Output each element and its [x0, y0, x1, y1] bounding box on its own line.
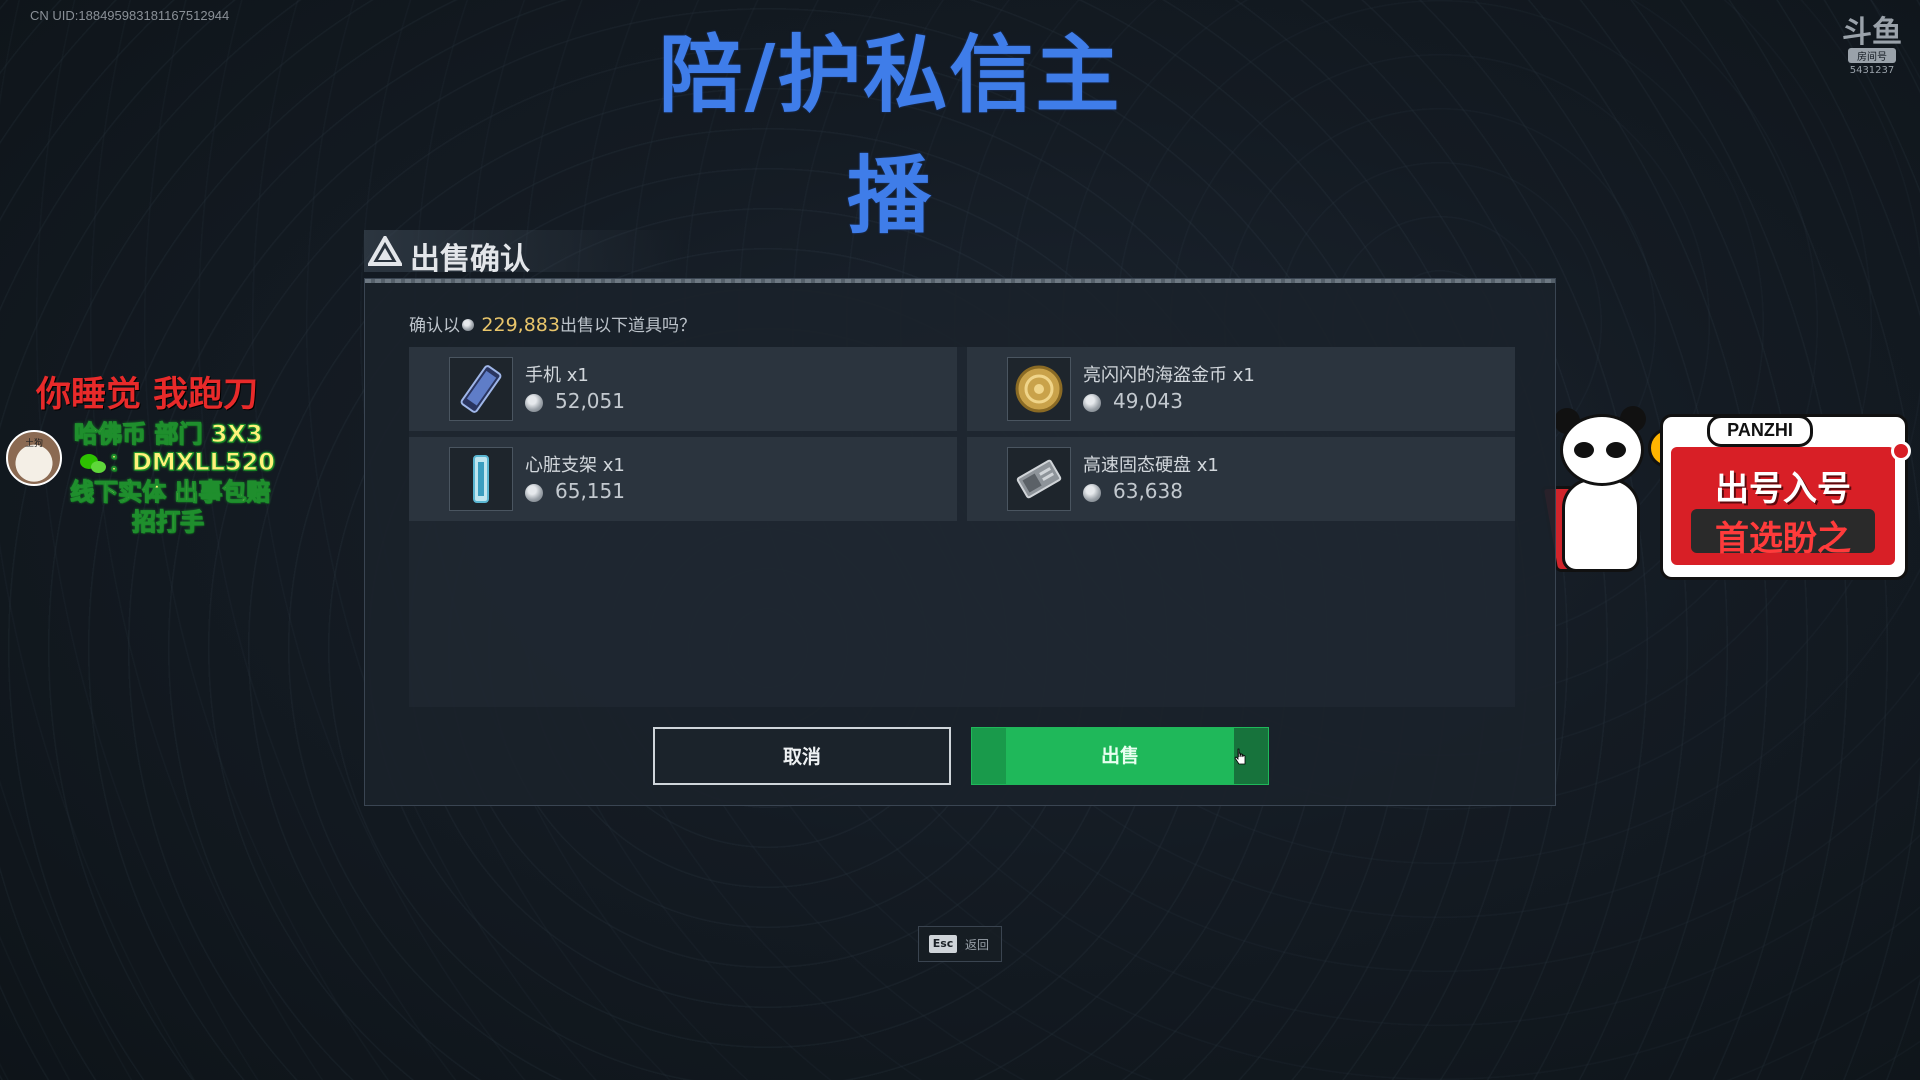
- ssd-icon: [1007, 447, 1071, 511]
- list-item: 高速固态硬盘 x1 63,638: [967, 437, 1515, 521]
- esc-label: 返回: [965, 938, 990, 952]
- prompt-prefix: 确认以: [409, 316, 460, 336]
- item-list: 手机 x1 52,051 亮闪闪的海盗金币 x1 49,043 心脏支架 x1 …: [409, 347, 1515, 707]
- heart-stent-icon: [449, 447, 513, 511]
- avatar-label: 土狗: [24, 439, 43, 449]
- overlay-slogan: 你睡觉 我跑刀: [36, 375, 259, 415]
- warning-triangle-icon: [368, 236, 402, 266]
- gold-coin-icon: [1007, 357, 1071, 421]
- ad-line-2: 首选盼之: [1715, 519, 1851, 559]
- stream-title: 陪/护私信主播: [658, 26, 1122, 245]
- ad-brand: PANZHI: [1707, 415, 1813, 447]
- panda-mascot-icon: [1540, 404, 1658, 574]
- item-name: 亮闪闪的海盗金币 x1: [1083, 365, 1255, 386]
- dialog-title: 出售确认: [410, 242, 530, 277]
- item-name: 心脏支架 x1: [525, 455, 625, 476]
- coin-icon: [1083, 483, 1101, 502]
- stream-uid: CN UID:1884959831811675129​44: [30, 8, 230, 23]
- item-price-value: 63,638: [1113, 479, 1183, 503]
- ad-line-1: 出号入号: [1715, 469, 1851, 509]
- ad-dot-icon: [1891, 441, 1911, 461]
- douyu-room-tag: 房间号: [1848, 48, 1896, 63]
- esc-key: Esc: [929, 935, 957, 953]
- total-value: 229,883: [481, 314, 560, 336]
- mouse-cursor-icon: [1234, 748, 1246, 765]
- esc-back-hint[interactable]: Esc 返回: [918, 926, 1002, 962]
- douyu-logo-glyph: 斗鱼: [1842, 15, 1902, 50]
- coin-icon: [462, 319, 474, 331]
- sell-button-label: 出售: [1100, 745, 1139, 767]
- coin-icon: [525, 483, 543, 502]
- coin-icon: [525, 393, 543, 412]
- coin-icon: [1083, 393, 1101, 412]
- dialog-divider: [365, 279, 1555, 283]
- panzhi-ad-card: 出号入号 首选盼之 PANZHI: [1660, 414, 1911, 580]
- item-price-value: 52,051: [555, 389, 625, 413]
- right-ad-overlay: 出号入号 首选盼之 PANZHI: [1540, 398, 1912, 582]
- list-item: 手机 x1 52,051: [409, 347, 957, 431]
- overlay-recruit-line: 招打手: [132, 508, 205, 537]
- phone-icon: [449, 357, 513, 421]
- douyu-room-number: 5431237: [1849, 65, 1895, 76]
- dialog-header: 出售确认: [364, 230, 684, 277]
- item-price: 49,043: [1083, 389, 1183, 413]
- prompt-suffix: 出售以下道具吗？: [559, 316, 696, 336]
- wechat-icon: [80, 452, 108, 474]
- sell-confirm-dialog: 确认以 229,883出售以下道具吗？ 手机 x1 52,051 亮闪闪的海盗金…: [364, 278, 1556, 806]
- item-price: 65,151: [525, 479, 625, 503]
- cancel-button[interactable]: 取消: [653, 727, 951, 785]
- list-item: 亮闪闪的海盗金币 x1 49,043: [967, 347, 1515, 431]
- douyu-logo: 斗鱼 房间号 5431237: [1842, 15, 1902, 77]
- list-item: 心脏支架 x1 65,151: [409, 437, 957, 521]
- avatar: 土狗: [6, 430, 62, 486]
- item-price: 63,638: [1083, 479, 1183, 503]
- item-price: 52,051: [525, 389, 625, 413]
- item-price-value: 49,043: [1113, 389, 1183, 413]
- item-price-value: 65,151: [555, 479, 625, 503]
- item-name: 高速固态硬盘 x1: [1083, 455, 1219, 476]
- item-name: 手机 x1: [525, 365, 589, 386]
- sell-prompt: 确认以 229,883出售以下道具吗？: [409, 311, 696, 336]
- sell-button[interactable]: 出售: [971, 727, 1269, 785]
